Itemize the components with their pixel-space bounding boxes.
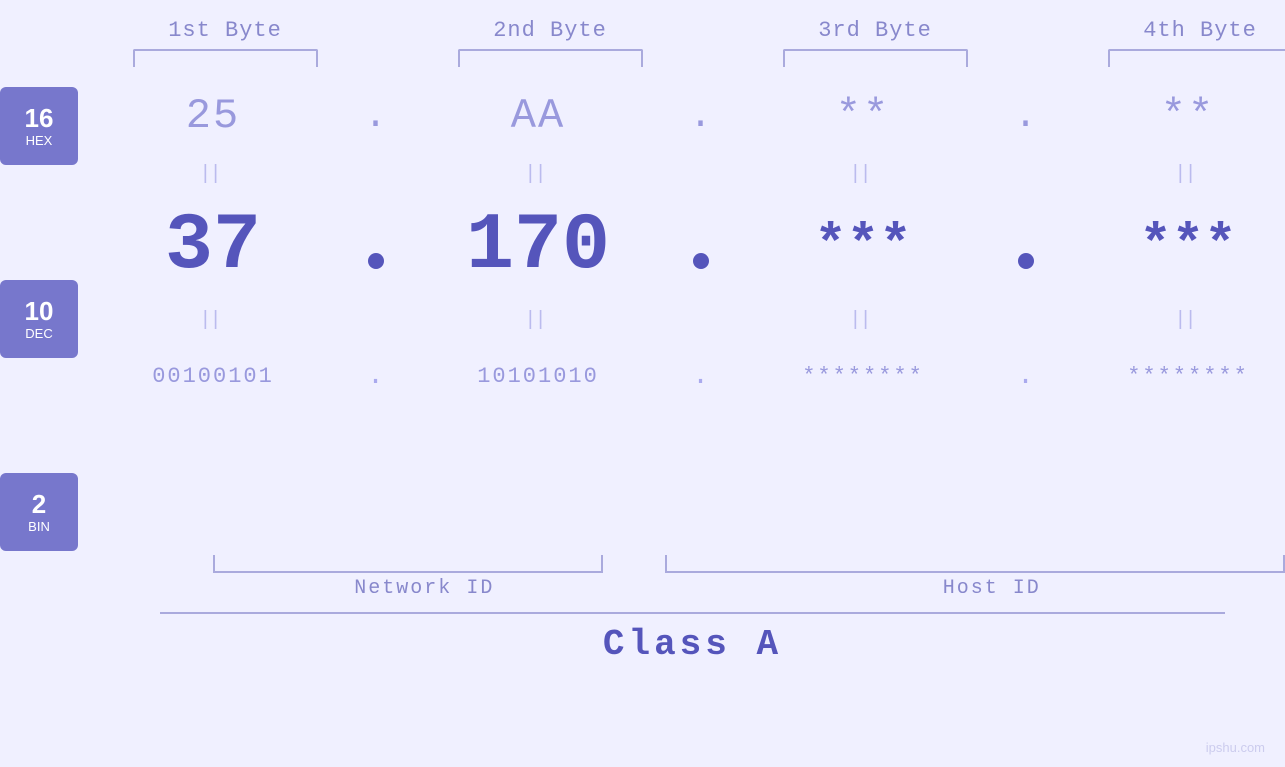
byte3-dec: *** — [814, 191, 911, 301]
sep2-bracket — [685, 49, 740, 67]
byte1-header-col: 1st Byte — [90, 18, 360, 43]
byte1-bin: 00100101 — [152, 337, 274, 415]
byte-headers-row: 1st Byte 2nd Byte 3rd Byte 4th Byte — [70, 0, 1285, 43]
byte1-hex: 25 — [186, 77, 240, 155]
class-label: Class A — [603, 624, 782, 665]
bracket-top-line-b4 — [1108, 49, 1285, 67]
byte3-equals-1: || — [853, 155, 873, 191]
byte3-header-col: 3rd Byte — [740, 18, 1010, 43]
data-area: 16 HEX 10 DEC 2 BIN 25 || 37 || 00100101 — [0, 77, 1285, 551]
network-bracket-line — [213, 555, 603, 573]
sep2-header — [685, 18, 740, 43]
byte3-label: 3rd Byte — [740, 18, 1010, 43]
byte3-col: ** || *** || ******** — [728, 77, 998, 415]
sep2-col: . . — [673, 77, 728, 415]
host-bracket-line — [665, 555, 1285, 573]
host-id-label: Host ID — [699, 577, 1285, 600]
byte1-equals-2: || — [203, 301, 223, 337]
byte4-col: ** || *** || ******** — [1053, 77, 1285, 415]
byte2-col: AA || 170 || 10101010 — [403, 77, 673, 415]
bottom-brackets-row — [0, 555, 1285, 573]
bracket-top-b2 — [415, 49, 685, 67]
bracket-top-line-b1 — [133, 49, 318, 67]
byte3-hex: ** — [836, 77, 890, 155]
bin-badge-num: 2 — [32, 490, 46, 519]
sep2-dec-dot — [693, 191, 709, 301]
hex-badge: 16 HEX — [0, 87, 78, 165]
sep3-header — [1010, 18, 1065, 43]
dec-badge: 10 DEC — [0, 280, 78, 358]
id-labels-row: Network ID Host ID — [0, 577, 1285, 600]
bracket-top-line-b2 — [458, 49, 643, 67]
bracket-top-b3 — [740, 49, 1010, 67]
hex-badge-label: HEX — [26, 133, 53, 148]
bin-badge: 2 BIN — [0, 473, 78, 551]
sep3-bracket — [1010, 49, 1065, 67]
byte1-label: 1st Byte — [90, 18, 360, 43]
bytes-columns: 25 || 37 || 00100101 . . AA || 170 || 10… — [78, 77, 1285, 415]
sep3-col: . . — [998, 77, 1053, 415]
sep3-bin-dot: . — [1017, 337, 1034, 415]
byte3-bin: ******** — [802, 337, 924, 415]
sep1-bin-dot: . — [367, 337, 384, 415]
byte2-bin: 10101010 — [477, 337, 599, 415]
byte1-col: 25 || 37 || 00100101 — [78, 77, 348, 415]
dec-badge-label: DEC — [25, 326, 52, 341]
byte2-hex: AA — [511, 77, 565, 155]
bracket-top-b4 — [1065, 49, 1285, 67]
byte2-equals-2: || — [528, 301, 548, 337]
badges-column: 16 HEX 10 DEC 2 BIN — [0, 77, 78, 551]
class-bracket-line — [160, 612, 1225, 614]
byte4-hex: ** — [1161, 77, 1215, 155]
sep3-hex-dot: . — [1014, 77, 1037, 155]
byte4-bin: ******** — [1127, 337, 1249, 415]
byte3-equals-2: || — [853, 301, 873, 337]
byte2-equals-1: || — [528, 155, 548, 191]
bracket-top-b1 — [90, 49, 360, 67]
watermark: ipshu.com — [1206, 740, 1265, 755]
sep2-bin-dot: . — [692, 337, 709, 415]
byte4-equals-1: || — [1178, 155, 1198, 191]
sep3-dec-dot — [1018, 191, 1034, 301]
sep1-hex-dot: . — [364, 77, 387, 155]
sep1-header — [360, 18, 415, 43]
hex-badge-num: 16 — [25, 104, 54, 133]
class-section: Class A — [0, 612, 1285, 665]
byte2-label: 2nd Byte — [415, 18, 685, 43]
host-bracket-container — [665, 555, 1285, 573]
byte2-header-col: 2nd Byte — [415, 18, 685, 43]
dec-badge-num: 10 — [25, 297, 54, 326]
sep2-hex-dot: . — [689, 77, 712, 155]
network-id-label: Network ID — [160, 577, 689, 600]
sep1-col: . . — [348, 77, 403, 415]
byte4-label: 4th Byte — [1065, 18, 1285, 43]
sep1-bracket — [360, 49, 415, 67]
byte4-dec: *** — [1139, 191, 1236, 301]
sep1-dec-dot — [368, 191, 384, 301]
byte1-dec: 37 — [165, 191, 261, 301]
byte2-dec: 170 — [466, 191, 610, 301]
top-brackets-row — [70, 49, 1285, 67]
bracket-top-line-b3 — [783, 49, 968, 67]
class-label-container: Class A — [160, 624, 1225, 665]
byte4-header-col: 4th Byte — [1065, 18, 1285, 43]
network-bracket-container — [160, 555, 655, 573]
byte4-equals-2: || — [1178, 301, 1198, 337]
bin-badge-label: BIN — [28, 519, 50, 534]
main-container: 1st Byte 2nd Byte 3rd Byte 4th Byte — [0, 0, 1285, 767]
byte1-equals-1: || — [203, 155, 223, 191]
